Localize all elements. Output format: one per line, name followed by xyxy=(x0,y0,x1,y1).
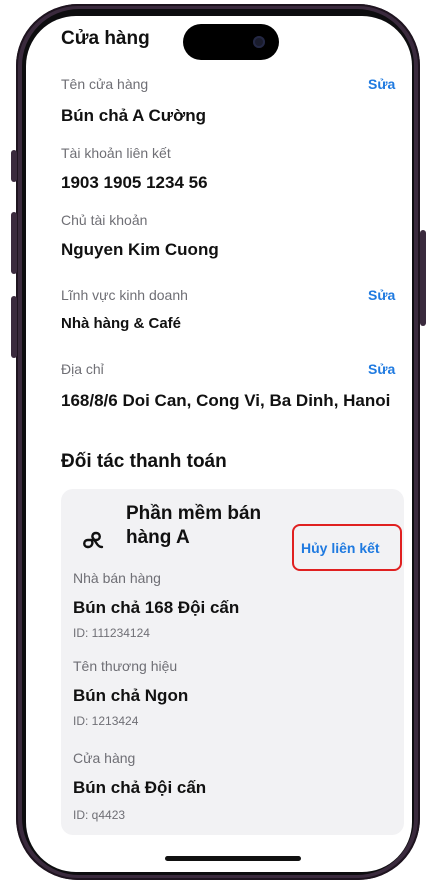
partner-logo-icon xyxy=(83,531,104,549)
power-button xyxy=(420,230,426,326)
store-value: Bún chả Đội cấn xyxy=(73,778,207,797)
store-name-label: Tên cửa hàng xyxy=(61,76,149,92)
seller-id: ID: 111234124 xyxy=(73,626,150,640)
store-name-value: Bún chả A Cường xyxy=(61,106,206,125)
partner-section-title: Đối tác thanh toán xyxy=(61,451,227,472)
seller-label: Nhà bán hàng xyxy=(73,570,161,586)
linked-account-label: Tài khoản liên kết xyxy=(61,145,171,161)
volume-down-button xyxy=(11,296,17,358)
partner-name: Phần mềm bán hàng A xyxy=(126,502,261,550)
home-indicator[interactable] xyxy=(165,856,301,861)
address-value: 168/8/6 Doi Can, Cong Vi, Ba Dinh, Hanoi xyxy=(61,391,391,410)
account-holder-label: Chủ tài khoản xyxy=(61,212,148,228)
business-field-label: Lĩnh vực kinh doanh xyxy=(61,287,188,303)
business-field-value: Nhà hàng & Café xyxy=(61,315,182,332)
seller-value: Bún chả 168 Đội cấn xyxy=(73,598,240,617)
brand-value: Bún chả Ngon xyxy=(73,686,189,705)
store-label: Cửa hàng xyxy=(73,750,136,766)
store-id: ID: q4423 xyxy=(73,808,126,822)
account-holder-value: Nguyen Kim Cuong xyxy=(61,240,219,259)
partner-name-line1: Phần mềm bán xyxy=(126,503,262,524)
linked-account-value: 1903 1905 1234 56 xyxy=(61,173,208,192)
unlink-button[interactable]: Hủy liên kết xyxy=(301,540,380,556)
address-edit-button[interactable]: Sửa xyxy=(368,361,395,377)
business-field-edit-button[interactable]: Sửa xyxy=(368,287,395,303)
store-name-edit-button[interactable]: Sửa xyxy=(368,76,395,92)
brand-id: ID: 1213424 xyxy=(73,714,139,728)
silent-switch xyxy=(11,150,17,182)
brand-label: Tên thương hiệu xyxy=(73,658,178,674)
partner-name-line2: hàng A xyxy=(126,527,190,548)
camera-icon xyxy=(253,36,265,48)
address-label: Địa chỉ xyxy=(61,361,104,377)
store-section-title: Cửa hàng xyxy=(61,28,150,49)
volume-up-button xyxy=(11,212,17,274)
dynamic-island xyxy=(183,24,279,60)
